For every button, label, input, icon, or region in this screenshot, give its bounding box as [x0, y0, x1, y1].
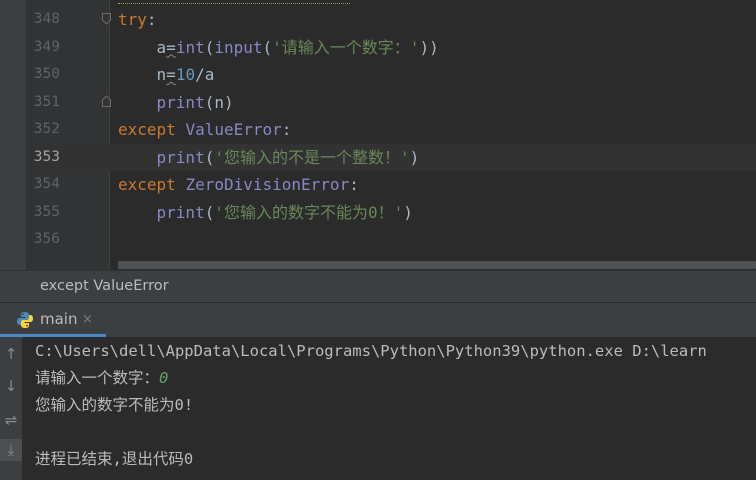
- code-token: (: [262, 37, 273, 57]
- line-number[interactable]: 353: [26, 144, 60, 171]
- breadcrumb-item[interactable]: except ValueError: [40, 278, 169, 294]
- partial-previous-line: [118, 0, 350, 4]
- line-number[interactable]: 350: [26, 61, 60, 88]
- left-tool-strip: [0, 0, 26, 270]
- code-token: ): [403, 202, 413, 222]
- code-token: (n): [204, 92, 234, 112]
- code-line[interactable]: except ValueError:: [118, 116, 291, 143]
- code-token: /a: [195, 65, 215, 84]
- code-token: a: [156, 37, 167, 57]
- code-token: except: [118, 120, 186, 139]
- code-token: print: [156, 147, 205, 167]
- code-token: 10: [175, 65, 196, 84]
- code-token: =: [166, 37, 176, 57]
- run-tab-label: main: [40, 310, 78, 328]
- console-user-input: 0: [159, 369, 169, 387]
- code-line[interactable]: except ZeroDivisionError:: [118, 171, 359, 198]
- code-token: except: [118, 175, 186, 194]
- fold-open-icon[interactable]: [102, 13, 111, 25]
- run-tab-main[interactable]: main ×: [0, 303, 106, 337]
- code-token: ValueError: [185, 120, 282, 139]
- code-token: n: [156, 65, 167, 84]
- breadcrumb[interactable]: except ValueError: [0, 270, 756, 303]
- code-line[interactable]: print('您输入的不是一个整数！'): [118, 144, 420, 171]
- code-line[interactable]: print(n): [118, 89, 234, 116]
- code-token: (: [204, 147, 215, 167]
- code-token: =: [166, 65, 176, 84]
- code-token: )): [419, 37, 439, 57]
- fold-close-icon[interactable]: [102, 95, 111, 107]
- code-line[interactable]: n=10/a: [118, 61, 215, 88]
- code-token: print: [156, 202, 205, 222]
- up-arrow-icon[interactable]: ↑: [0, 343, 22, 365]
- code-token: :: [349, 175, 359, 194]
- line-number[interactable]: 351: [26, 89, 60, 116]
- console-exit-message: 进程已结束,退出代码0: [35, 450, 194, 468]
- console-prompt: 请输入一个数字：: [35, 369, 160, 387]
- code-token: try: [118, 10, 147, 29]
- code-token: print: [156, 92, 205, 112]
- code-token: :: [281, 120, 292, 139]
- run-tool-window-header: main ×: [0, 302, 756, 338]
- console-prompt-line: 请输入一个数字：0: [35, 365, 168, 392]
- console-error-output: 您输入的数字不能为0!: [35, 396, 194, 414]
- code-token: '请输入一个数字：': [272, 37, 420, 57]
- code-token: ZeroDivisionError: [185, 175, 350, 194]
- line-number[interactable]: 349: [26, 34, 60, 61]
- code-token: '您输入的数字不能为0！': [214, 202, 404, 222]
- code-token: (: [204, 37, 215, 57]
- line-number[interactable]: 354: [26, 171, 60, 198]
- console-command-line: C:\Users\dell\AppData\Local\Programs\Pyt…: [35, 342, 707, 360]
- line-number[interactable]: 355: [26, 199, 60, 226]
- code-line[interactable]: a=int(input('请输入一个数字：')): [118, 34, 439, 61]
- code-token: '您输入的不是一个整数！': [214, 147, 410, 167]
- code-line[interactable]: print('您输入的数字不能为0！'): [118, 199, 413, 226]
- scroll-to-end-icon[interactable]: ⤓: [0, 439, 22, 461]
- horizontal-scrollbar[interactable]: [118, 261, 756, 269]
- line-number[interactable]: 356: [26, 226, 60, 253]
- line-number[interactable]: 348: [26, 6, 60, 33]
- soft-wrap-icon[interactable]: ⇌: [0, 409, 22, 431]
- close-icon[interactable]: ×: [82, 312, 93, 327]
- code-token: int: [175, 37, 205, 57]
- line-number[interactable]: 352: [26, 116, 60, 143]
- down-arrow-icon[interactable]: ↓: [0, 375, 22, 397]
- code-token: (: [204, 202, 215, 222]
- code-token: ): [409, 147, 420, 167]
- code-token: input: [214, 37, 263, 57]
- code-token: :: [146, 10, 157, 29]
- python-icon: [17, 312, 33, 328]
- code-line[interactable]: try:: [118, 6, 157, 33]
- console-toolbar: ↑ ↓ ⇌ ⤓: [0, 337, 22, 480]
